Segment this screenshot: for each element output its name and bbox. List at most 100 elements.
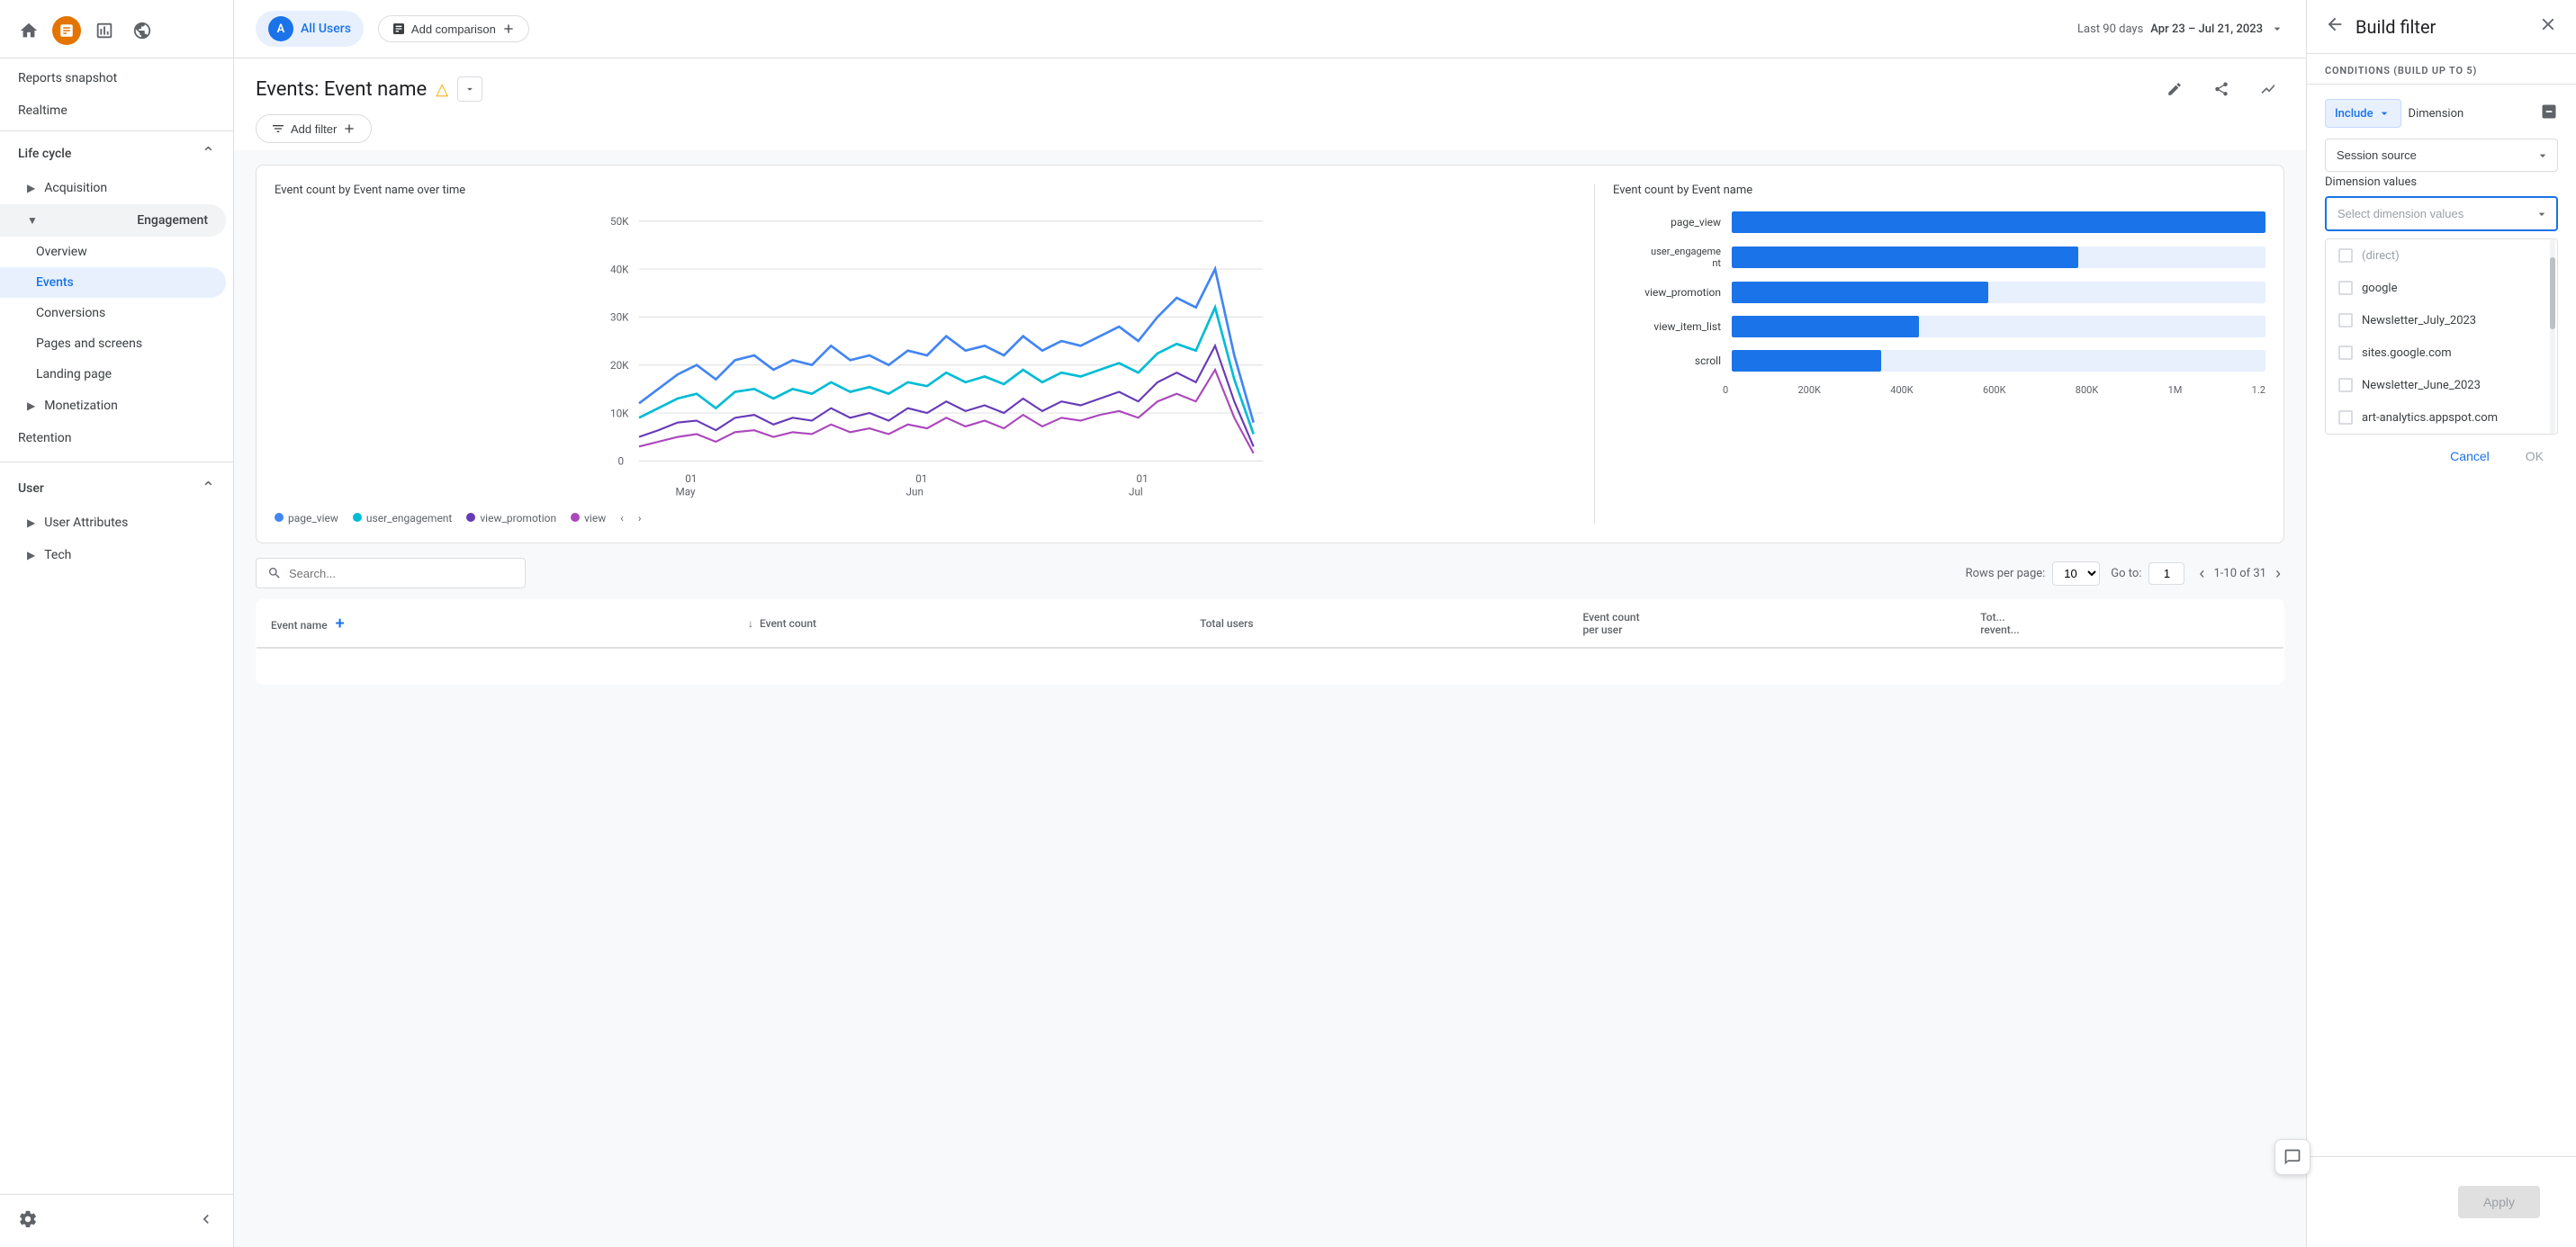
dimension-option-google[interactable]: google — [2326, 272, 2557, 304]
col-total-users[interactable]: Total users — [1185, 600, 1568, 649]
include-dropdown[interactable]: Include — [2325, 99, 2401, 128]
insights-icon-btn[interactable] — [2252, 73, 2284, 105]
dimension-option-sites-google[interactable]: sites.google.com — [2326, 336, 2557, 369]
line-chart-title: Event count by Event name over time — [275, 184, 1580, 197]
goto-input[interactable] — [2148, 562, 2184, 585]
analytics-icon[interactable] — [52, 16, 81, 45]
home-icon[interactable] — [14, 16, 43, 45]
dimension-option-newsletter-july[interactable]: Newsletter_July_2023 — [2326, 304, 2557, 336]
rows-per-page-select[interactable]: 10 25 50 — [2052, 561, 2100, 586]
bar-track-view-promotion — [1732, 282, 2265, 303]
chevron-right-acquisition: ▶ — [27, 182, 35, 194]
bar-chart-title: Event count by Event name — [1613, 184, 2265, 197]
sidebar-item-engagement[interactable]: ▼ Engagement — [0, 204, 226, 237]
sidebar-item-user-attributes[interactable]: ▶ User Attributes — [0, 507, 226, 539]
sidebar-item-reports-snapshot[interactable]: Reports snapshot — [0, 62, 226, 94]
settings-icon[interactable] — [18, 1209, 38, 1233]
bar-fill-scroll — [1732, 350, 1881, 372]
dimension-option-newsletter-june[interactable]: Newsletter_June_2023 — [2326, 369, 2557, 401]
filter-apply-area: Apply — [2307, 1156, 2576, 1247]
add-comparison-button[interactable]: Add comparison — [378, 15, 529, 42]
sidebar-item-realtime[interactable]: Realtime — [0, 94, 226, 127]
title-dropdown-btn[interactable] — [457, 76, 482, 102]
pagination-prev-btn[interactable]: ‹ — [2195, 561, 2208, 587]
cancel-button[interactable]: Cancel — [2436, 442, 2504, 471]
user-segment-badge[interactable]: A All Users — [256, 11, 364, 47]
sidebar-item-conversions[interactable]: Conversions — [0, 298, 226, 328]
session-source-select[interactable]: Session source — [2325, 139, 2558, 172]
overview-label: Overview — [36, 245, 87, 259]
dimension-option-direct[interactable]: (direct) — [2326, 239, 2557, 272]
edit-icon-btn[interactable] — [2158, 73, 2191, 105]
bar-fill-view-promotion — [1732, 282, 1988, 303]
sidebar-item-retention[interactable]: Retention — [0, 422, 226, 454]
dimension-option-art-analytics[interactable]: art-analytics.appspot.com — [2326, 401, 2557, 434]
date-range-value: Apr 23 – Jul 21, 2023 — [2150, 22, 2263, 36]
chevron-down-engagement: ▼ — [27, 214, 38, 227]
svg-text:01: 01 — [1137, 472, 1148, 485]
lifecycle-section-header[interactable]: Life cycle ⌃ — [0, 135, 233, 172]
checkbox-art-analytics[interactable] — [2338, 410, 2353, 425]
engagement-label: Engagement — [137, 213, 208, 228]
legend-nav-next[interactable]: › — [638, 512, 642, 525]
add-column-btn[interactable]: + — [336, 615, 345, 633]
rows-per-page-label: Rows per page: — [1966, 567, 2046, 580]
acquisition-label: Acquisition — [44, 181, 107, 195]
date-range-selector[interactable]: Last 90 days Apr 23 – Jul 21, 2023 — [2077, 22, 2284, 36]
bar-fill-view-item-list — [1732, 316, 1919, 337]
col-event-count[interactable]: ↓ Event count — [734, 600, 1185, 649]
collapse-sidebar-btn[interactable] — [197, 1210, 215, 1232]
pagination-next-btn[interactable]: › — [2272, 561, 2284, 587]
share-icon-btn[interactable] — [2205, 73, 2238, 105]
feedback-button[interactable] — [2274, 1139, 2306, 1175]
reports-icon[interactable] — [90, 16, 119, 45]
chevron-right-ua: ▶ — [27, 516, 35, 529]
search-input[interactable] — [289, 567, 469, 580]
warning-icon: △ — [436, 80, 448, 99]
sidebar-item-tech[interactable]: ▶ Tech — [0, 539, 226, 571]
data-table: Event name + ↓ Event count Total users E… — [256, 599, 2284, 685]
delete-row-btn[interactable] — [2540, 103, 2558, 124]
rows-per-page: Rows per page: 10 25 50 — [1966, 561, 2101, 586]
filter-back-btn[interactable] — [2325, 14, 2345, 39]
tech-label: Tech — [44, 548, 71, 562]
col-event-count-per-user[interactable]: Event countper user — [1569, 600, 1967, 649]
user-attributes-label: User Attributes — [44, 516, 128, 530]
bar-track-page-view — [1732, 211, 2265, 233]
checkbox-direct[interactable] — [2338, 248, 2353, 263]
sidebar-item-acquisition[interactable]: ▶ Acquisition — [0, 172, 226, 204]
bar-label-view-item-list: view_item_list — [1613, 320, 1721, 333]
filter-panel-title: Build filter — [2355, 16, 2527, 38]
sidebar-item-pages-screens[interactable]: Pages and screens — [0, 328, 226, 359]
user-section-header[interactable]: User ⌃ — [0, 470, 233, 507]
line-chart-container: Event count by Event name over time 50K … — [275, 184, 1580, 525]
retention-label: Retention — [18, 431, 72, 445]
sidebar-item-overview[interactable]: Overview — [0, 237, 226, 267]
pages-screens-label: Pages and screens — [36, 336, 142, 351]
checkbox-newsletter-june[interactable] — [2338, 378, 2353, 392]
sidebar-item-landing-page[interactable]: Landing page — [0, 359, 226, 390]
apply-button[interactable]: Apply — [2458, 1186, 2540, 1218]
svg-text:30K: 30K — [610, 311, 629, 324]
bar-label-page-view: page_view — [1613, 216, 1721, 229]
scrollbar-thumb[interactable] — [2550, 257, 2555, 329]
search-box[interactable] — [256, 558, 526, 588]
realtime-label: Realtime — [18, 103, 68, 118]
filter-footer: Apply — [2307, 1156, 2576, 1247]
explore-icon[interactable] — [128, 16, 157, 45]
sidebar-item-events[interactable]: Events — [0, 267, 226, 298]
ok-button[interactable]: OK — [2511, 442, 2558, 471]
filter-close-btn[interactable] — [2538, 14, 2558, 39]
checkbox-google[interactable] — [2338, 281, 2353, 295]
legend-nav-prev[interactable]: ‹ — [620, 512, 624, 525]
dimension-values-select[interactable]: Select dimension values — [2325, 196, 2558, 231]
checkbox-newsletter-july[interactable] — [2338, 313, 2353, 327]
add-filter-button[interactable]: Add filter — [256, 114, 372, 143]
include-label: Include — [2335, 107, 2373, 121]
sidebar-bottom — [0, 1194, 233, 1247]
sidebar-item-monetization[interactable]: ▶ Monetization — [0, 390, 226, 422]
icon-strip — [2158, 73, 2284, 105]
col-total-revenue[interactable]: Tot...revent... — [1966, 600, 2283, 649]
pagination-info: 1-10 of 31 — [2213, 567, 2266, 580]
checkbox-sites-google[interactable] — [2338, 345, 2353, 360]
